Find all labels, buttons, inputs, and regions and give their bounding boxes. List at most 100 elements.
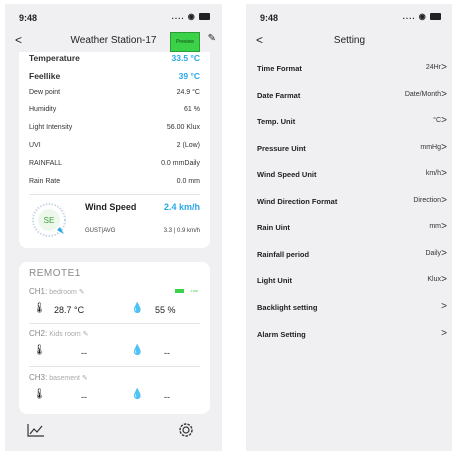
setting-pressure-unit[interactable]: Pressure Uint mmHg > — [246, 136, 452, 162]
channel-name: CH1: — [29, 287, 48, 296]
row-value: 0.0 mm — [176, 178, 200, 185]
channel-1-humidity: 55 % — [155, 305, 176, 315]
page-title: Setting — [333, 35, 366, 46]
preview-button[interactable]: Preview — [170, 32, 200, 52]
channel-2-temp: -- — [81, 348, 87, 358]
remote-card[interactable]: REMOTE1 CH1: bedroom ✎ Low 🌡 28.7 °C 💧 5… — [19, 262, 210, 414]
chevron-right-icon: > — [441, 142, 447, 153]
setting-wind-speed-unit[interactable]: Wind Speed Unit km/h > — [246, 162, 452, 188]
setting-alarm[interactable]: Alarm Setting > — [246, 322, 452, 348]
channel-1-temp: 28.7 °C — [54, 305, 85, 315]
row-value: 61 % — [184, 106, 200, 113]
divider — [29, 194, 200, 195]
settings-screen: 9:48 .... ◉ < Setting Time Format 24Hr >… — [246, 4, 452, 451]
chevron-right-icon: > — [441, 221, 447, 232]
setting-label: Date Farmat — [257, 91, 301, 100]
setting-rain-unit[interactable]: Rain Uint mm > — [246, 215, 452, 241]
setting-backlight[interactable]: Backlight setting > — [246, 295, 452, 321]
setting-value: °C — [433, 117, 441, 124]
row-label: Dew point — [29, 89, 61, 96]
setting-label: Wind Speed Unit — [257, 170, 317, 179]
row-label: Light Intensity — [29, 124, 73, 131]
gust-label: GUST|AVG — [85, 228, 116, 234]
settings-gear-icon[interactable] — [177, 421, 195, 439]
row-label: RAINFALL — [29, 160, 63, 167]
status-bar: 9:48 .... ◉ — [246, 4, 452, 26]
chevron-right-icon: > — [441, 168, 447, 179]
thermometer-icon: 🌡 — [33, 303, 46, 314]
setting-value: Date/Month — [404, 91, 441, 98]
thermometer-icon: 🌡 — [33, 345, 46, 356]
humidity-icon: 💧 — [131, 345, 144, 356]
channel-3-label: CH3: basement ✎ — [29, 373, 88, 382]
row-label: Humidity — [29, 106, 57, 113]
row-value: 2 (Low) — [176, 142, 200, 149]
chart-icon[interactable] — [27, 423, 45, 437]
wind-speed-value: 2.4 km/h — [163, 202, 200, 212]
battery-label: Low — [190, 288, 198, 293]
edit-icon[interactable]: ✎ — [83, 331, 89, 338]
setting-label: Backlight setting — [257, 303, 318, 312]
channel-3-humidity: -- — [164, 392, 170, 402]
status-icons: .... ◉ — [172, 12, 210, 21]
row-rainfall: RAINFALL 0.0 mmDaily — [29, 158, 200, 172]
bottom-toolbar — [5, 415, 222, 451]
row-temperature: Temperature 33.5 °C — [29, 51, 200, 65]
row-label: Rain Rate — [29, 178, 61, 185]
setting-label: Rain Uint — [257, 223, 290, 232]
chevron-right-icon: > — [441, 328, 447, 339]
setting-light-unit[interactable]: Light Unit Klux > — [246, 268, 452, 294]
row-feellike: Feellike 39 °C — [29, 69, 200, 83]
remote-title: REMOTE1 — [29, 268, 81, 279]
nav-bar: < Weather Station-17 Preview ✎ — [5, 31, 222, 52]
channel-room: bedroom — [49, 289, 77, 296]
status-time: 9:48 — [260, 13, 279, 23]
edit-icon[interactable]: ✎ — [82, 375, 88, 382]
row-dew-point: Dew point 24.9 °C — [29, 87, 200, 101]
channel-2-humidity: -- — [164, 348, 170, 358]
edit-icon[interactable]: ✎ — [208, 33, 216, 44]
gust-value: 3.3 | 0.9 km/h — [163, 228, 200, 234]
channel-2-label: CH2: Kids room ✎ — [29, 329, 89, 338]
channel-room: basement — [49, 375, 80, 382]
row-label: Temperature — [29, 53, 80, 63]
row-rain-rate: Rain Rate 0.0 mm — [29, 176, 200, 190]
signal-icon: .... — [171, 12, 185, 21]
setting-value: Direction — [413, 197, 441, 204]
battery-icon — [199, 13, 210, 21]
channel-3-temp: -- — [81, 392, 87, 402]
setting-label: Alarm Setting — [257, 330, 306, 339]
setting-label: Light Unit — [257, 276, 292, 285]
row-label: Feellike — [29, 71, 61, 81]
weather-station-screen: 9:48 .... ◉ < Weather Station-17 Preview… — [5, 4, 222, 451]
setting-label: Pressure Uint — [257, 144, 306, 153]
setting-value: Klux — [427, 276, 441, 283]
setting-time-format[interactable]: Time Format 24Hr > — [246, 56, 452, 82]
battery-low-icon — [175, 289, 184, 293]
humidity-icon: 💧 — [131, 303, 144, 314]
humidity-icon: 💧 — [131, 389, 144, 400]
setting-label: Time Format — [257, 64, 302, 73]
row-uvi: UVI 2 (Low) — [29, 140, 200, 154]
chevron-right-icon: > — [441, 248, 447, 259]
setting-wind-direction-format[interactable]: Wind Direction Format Direction > — [246, 189, 452, 215]
chevron-right-icon: > — [441, 89, 447, 100]
channel-name: CH3: — [29, 373, 48, 382]
row-value: 24.9 °C — [176, 89, 200, 96]
setting-date-format[interactable]: Date Farmat Date/Month > — [246, 83, 452, 109]
chevron-right-icon: > — [441, 301, 447, 312]
chevron-right-icon: > — [441, 115, 447, 126]
divider — [29, 323, 200, 324]
setting-temp-unit[interactable]: Temp. Unit °C > — [246, 109, 452, 135]
status-time: 9:48 — [19, 13, 38, 23]
setting-value: mmHg — [420, 144, 441, 151]
setting-rainfall-period[interactable]: Rainfall period Daily > — [246, 242, 452, 268]
edit-icon[interactable]: ✎ — [79, 289, 85, 296]
setting-label: Rainfall period — [257, 250, 310, 259]
thermometer-icon: 🌡 — [33, 389, 46, 400]
chevron-right-icon: > — [441, 62, 447, 73]
row-value: 56.00 Klux — [166, 124, 200, 131]
row-value: 39 °C — [178, 71, 200, 81]
wind-direction: SE — [44, 216, 55, 225]
divider — [29, 366, 200, 367]
